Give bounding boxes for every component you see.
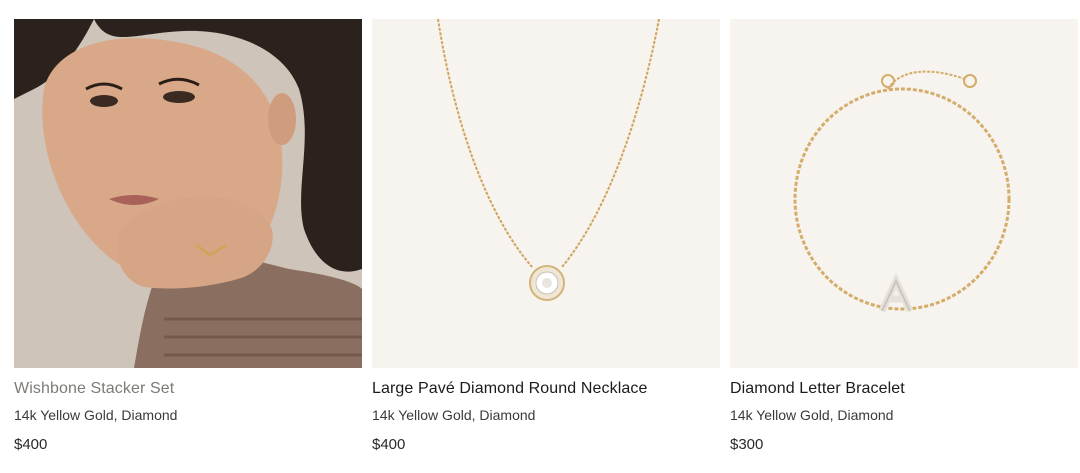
product-name[interactable]: Diamond Letter Bracelet: [730, 380, 905, 398]
product-price: $400: [14, 436, 48, 453]
product-image-bracelet[interactable]: [730, 19, 1078, 368]
product-material: 14k Yellow Gold, Diamond: [730, 407, 894, 423]
model-wearing-ring-image: [14, 19, 362, 368]
product-material: 14k Yellow Gold, Diamond: [372, 407, 536, 423]
product-image-necklace[interactable]: [372, 19, 720, 368]
product-name[interactable]: Large Pavé Diamond Round Necklace: [372, 380, 647, 398]
product-image-model-ring[interactable]: [14, 19, 362, 368]
product-name[interactable]: Wishbone Stacker Set: [14, 380, 174, 398]
product-material: 14k Yellow Gold, Diamond: [14, 407, 178, 423]
product-card-wishbone-stacker-set[interactable]: Wishbone Stacker Set 14k Yellow Gold, Di…: [14, 19, 362, 453]
product-price: $400: [372, 436, 406, 453]
product-card-large-pave-necklace[interactable]: Large Pavé Diamond Round Necklace 14k Ye…: [372, 19, 720, 453]
product-price: $300: [730, 436, 764, 453]
product-grid: Wishbone Stacker Set 14k Yellow Gold, Di…: [14, 19, 1078, 453]
bracelet-image: [730, 19, 1078, 368]
product-card-diamond-letter-bracelet[interactable]: Diamond Letter Bracelet 14k Yellow Gold,…: [730, 19, 1078, 453]
necklace-image: [372, 19, 720, 368]
